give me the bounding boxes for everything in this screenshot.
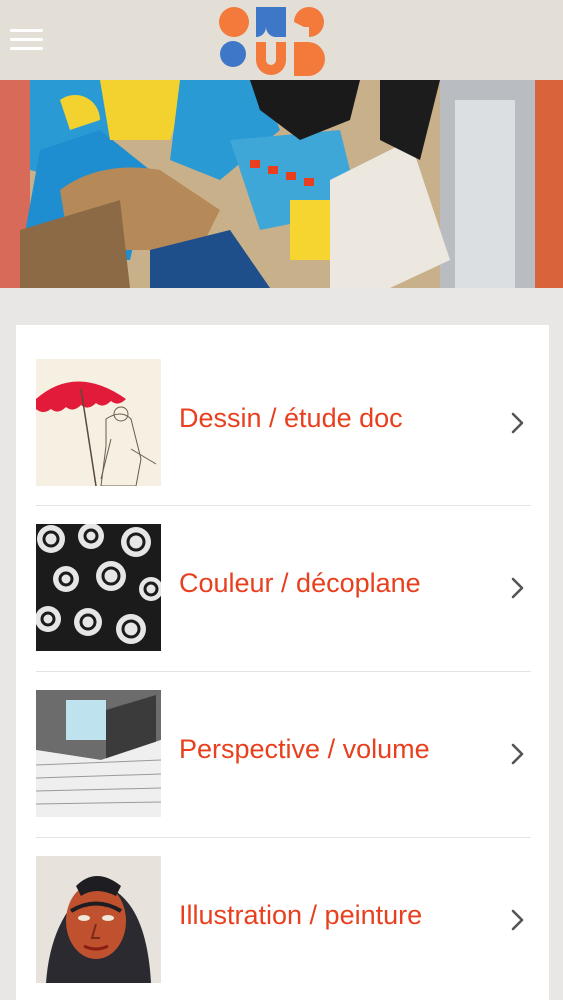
menu-item-perspective[interactable]: Perspective / volume xyxy=(36,690,531,824)
menu-item-illustration[interactable]: Illustration / peinture xyxy=(36,856,531,990)
banner-collage-image xyxy=(0,80,563,288)
menu-item-label: Illustration / peinture xyxy=(179,900,423,930)
chevron-right-icon xyxy=(511,909,524,931)
painted-portrait-thumbnail xyxy=(36,856,161,983)
hamburger-menu-icon[interactable] xyxy=(10,27,44,53)
chevron-right-icon xyxy=(511,412,524,434)
chevron-right-icon xyxy=(511,743,524,765)
menu-item-dessin[interactable]: Dessin / étude doc xyxy=(36,359,531,493)
architectural-perspective-thumbnail xyxy=(36,690,161,817)
black-white-pattern-thumbnail xyxy=(36,524,161,651)
divider xyxy=(36,837,531,838)
menu-item-label: Couleur / décoplane xyxy=(179,568,421,598)
menu-item-couleur[interactable]: Couleur / décoplane xyxy=(36,524,531,658)
red-umbrella-drawing-thumbnail xyxy=(36,359,161,486)
site-logo[interactable] xyxy=(216,2,328,78)
top-bar xyxy=(0,0,563,81)
category-menu: Dessin / étude doc Couleur / décoplane P… xyxy=(16,325,549,1000)
menu-item-label: Perspective / volume xyxy=(179,734,430,764)
divider xyxy=(36,505,531,506)
divider xyxy=(36,671,531,672)
menu-item-label: Dessin / étude doc xyxy=(179,403,403,433)
chevron-right-icon xyxy=(511,577,524,599)
